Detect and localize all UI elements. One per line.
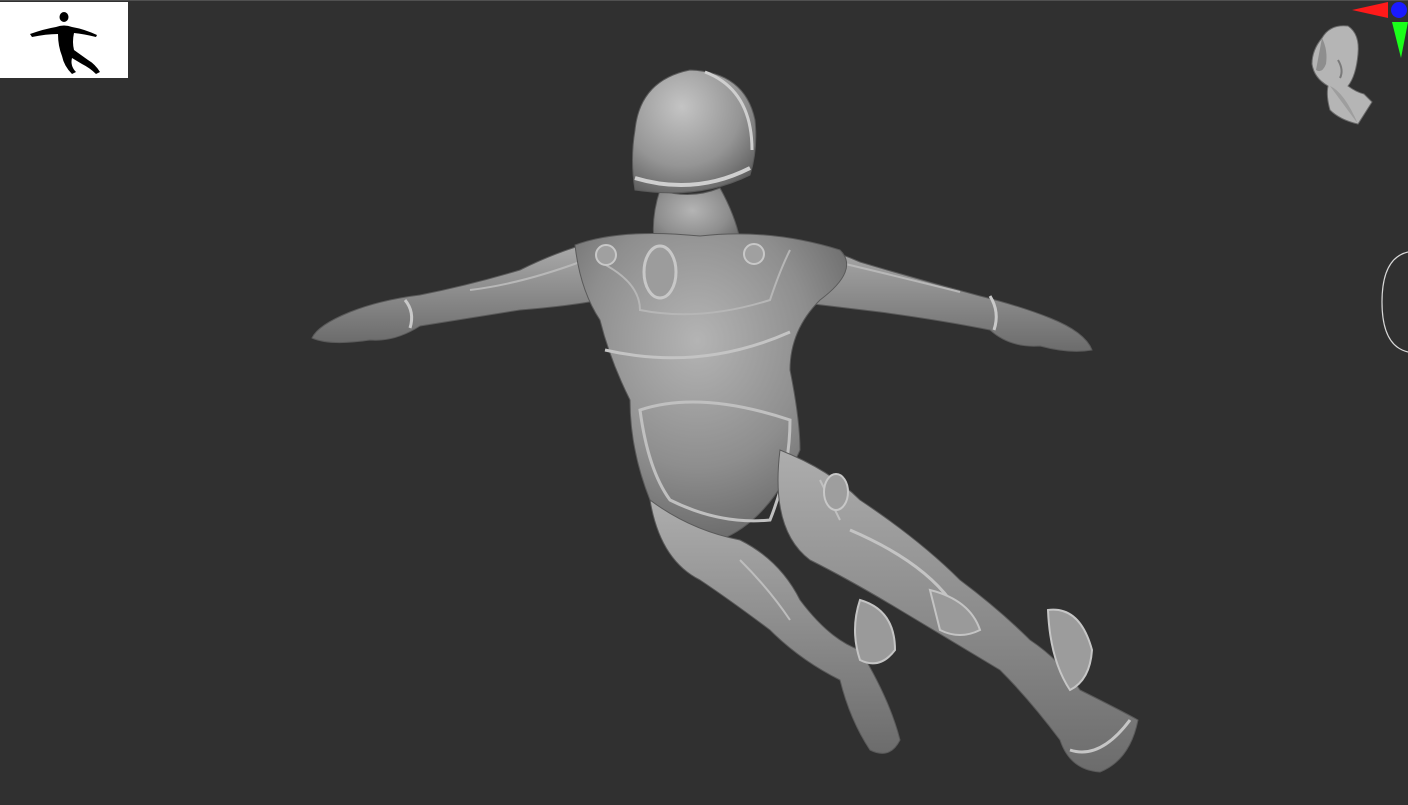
y-axis-arrow bbox=[1392, 22, 1408, 58]
z-axis-dot bbox=[1391, 2, 1407, 18]
left-arm bbox=[311, 239, 601, 344]
rotate-ring-icon[interactable] bbox=[1380, 250, 1408, 354]
figure-model bbox=[311, 69, 1139, 773]
head-orientation-icon[interactable] bbox=[1300, 20, 1378, 128]
left-shoulder-stud bbox=[595, 244, 617, 266]
chest-emblem bbox=[642, 244, 678, 300]
3d-viewport[interactable] bbox=[0, 0, 1408, 805]
right-shoulder-stud bbox=[743, 243, 765, 265]
x-axis-arrow bbox=[1352, 2, 1388, 18]
left-knee-pad bbox=[854, 598, 897, 665]
sculpt-model-canvas[interactable] bbox=[0, 0, 1408, 805]
hip-stud bbox=[823, 473, 849, 511]
